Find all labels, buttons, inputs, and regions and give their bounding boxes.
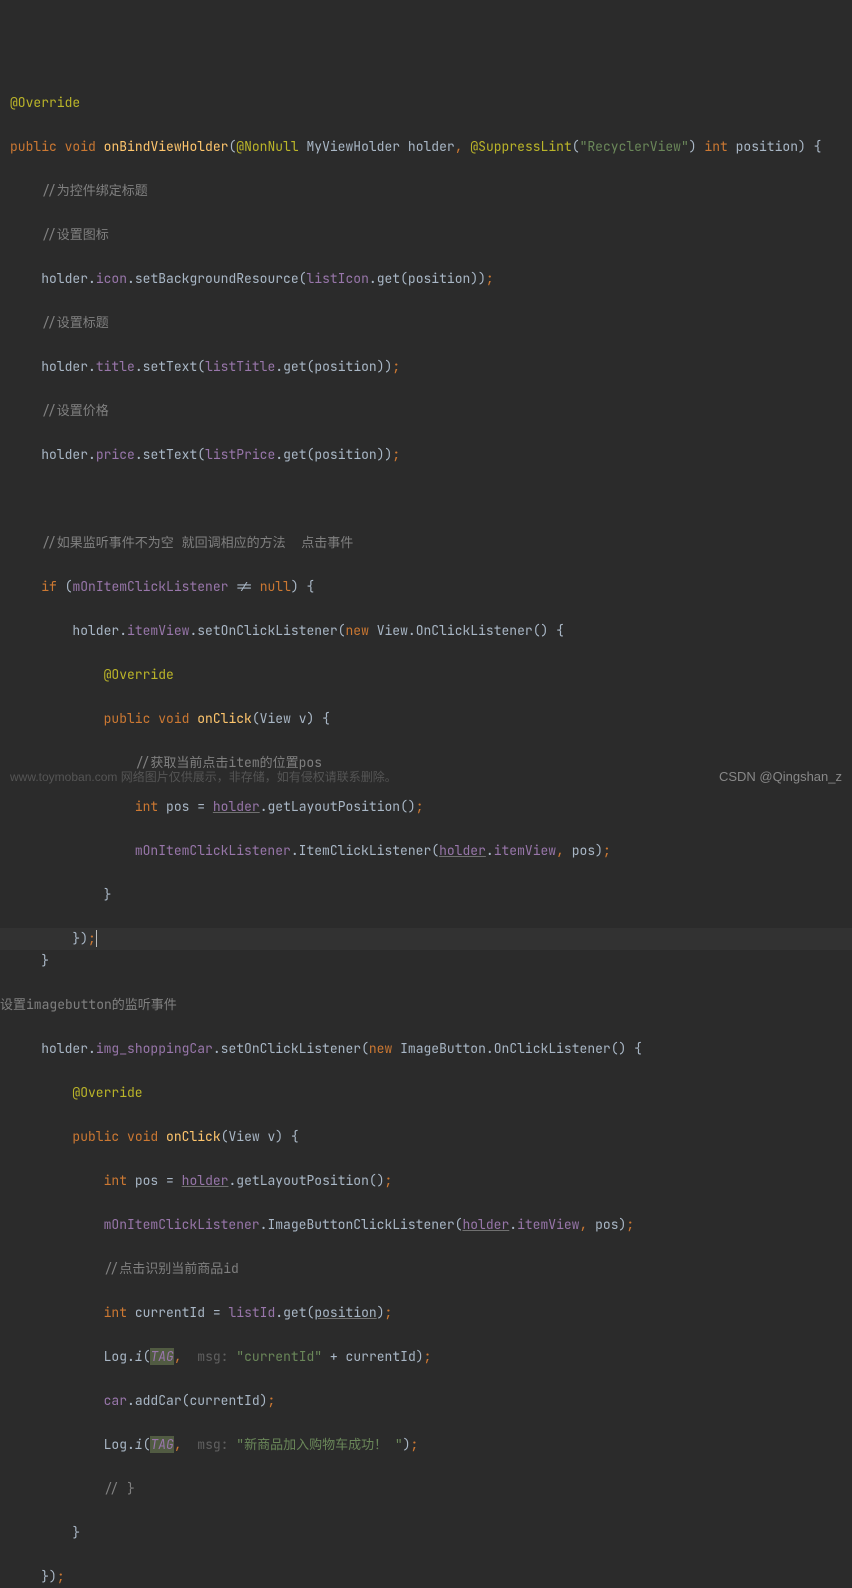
code-line: @Override [0, 92, 852, 114]
code-line: } [0, 1522, 852, 1544]
code-line: public void onBindViewHolder(@NonNull My… [0, 136, 852, 158]
code-line: // } [0, 1478, 852, 1500]
code-line: Log.i(TAG, msg: "新商品加入购物车成功！ "); [0, 1434, 852, 1456]
code-line: Log.i(TAG, msg: "currentId" + currentId)… [0, 1346, 852, 1368]
code-line: public void onClick(View v) { [0, 708, 852, 730]
code-line: }); [0, 1566, 852, 1588]
code-line: //设置图标 [0, 224, 852, 246]
code-line [0, 488, 852, 510]
watermark-right: CSDN @Qingshan_z [719, 766, 842, 788]
code-line: int pos = holder.getLayoutPosition(); [0, 796, 852, 818]
code-line: //设置价格 [0, 400, 852, 422]
code-line-selected[interactable]: }); [0, 928, 852, 950]
code-line: int currentId = listId.get(position); [0, 1302, 852, 1324]
cursor [96, 930, 97, 947]
code-line: holder.title.setText(listTitle.get(posit… [0, 356, 852, 378]
code-line: //如果监听事件不为空 就回调相应的方法 点击事件 [0, 532, 852, 554]
code-line: } [0, 950, 852, 972]
code-line: } [0, 884, 852, 906]
watermark-left: www.toymoban.com 网络图片仅供展示，非存储，如有侵权请联系删除。 [10, 766, 397, 788]
code-line: public void onClick(View v) { [0, 1126, 852, 1148]
code-line: //设置标题 [0, 312, 852, 334]
code-line: mOnItemClickListener.ImageButtonClickLis… [0, 1214, 852, 1236]
code-line: holder.icon.setBackgroundResource(listIc… [0, 268, 852, 290]
code-line: holder.img_shoppingCar.setOnClickListene… [0, 1038, 852, 1060]
code-line: if (mOnItemClickListener != null) { [0, 576, 852, 598]
code-line: car.addCar(currentId); [0, 1390, 852, 1412]
code-line: @Override [0, 1082, 852, 1104]
code-line: int pos = holder.getLayoutPosition(); [0, 1170, 852, 1192]
code-line: @Override [0, 664, 852, 686]
code-line: 设置imagebutton的监听事件 [0, 994, 852, 1016]
code-line: //点击识别当前商品id [0, 1258, 852, 1280]
code-line: //为控件绑定标题 [0, 180, 852, 202]
code-line: holder.itemView.setOnClickListener(new V… [0, 620, 852, 642]
code-line: mOnItemClickListener.ItemClickListener(h… [0, 840, 852, 862]
code-line: holder.price.setText(listPrice.get(posit… [0, 444, 852, 466]
annotation: @Override [10, 94, 80, 111]
